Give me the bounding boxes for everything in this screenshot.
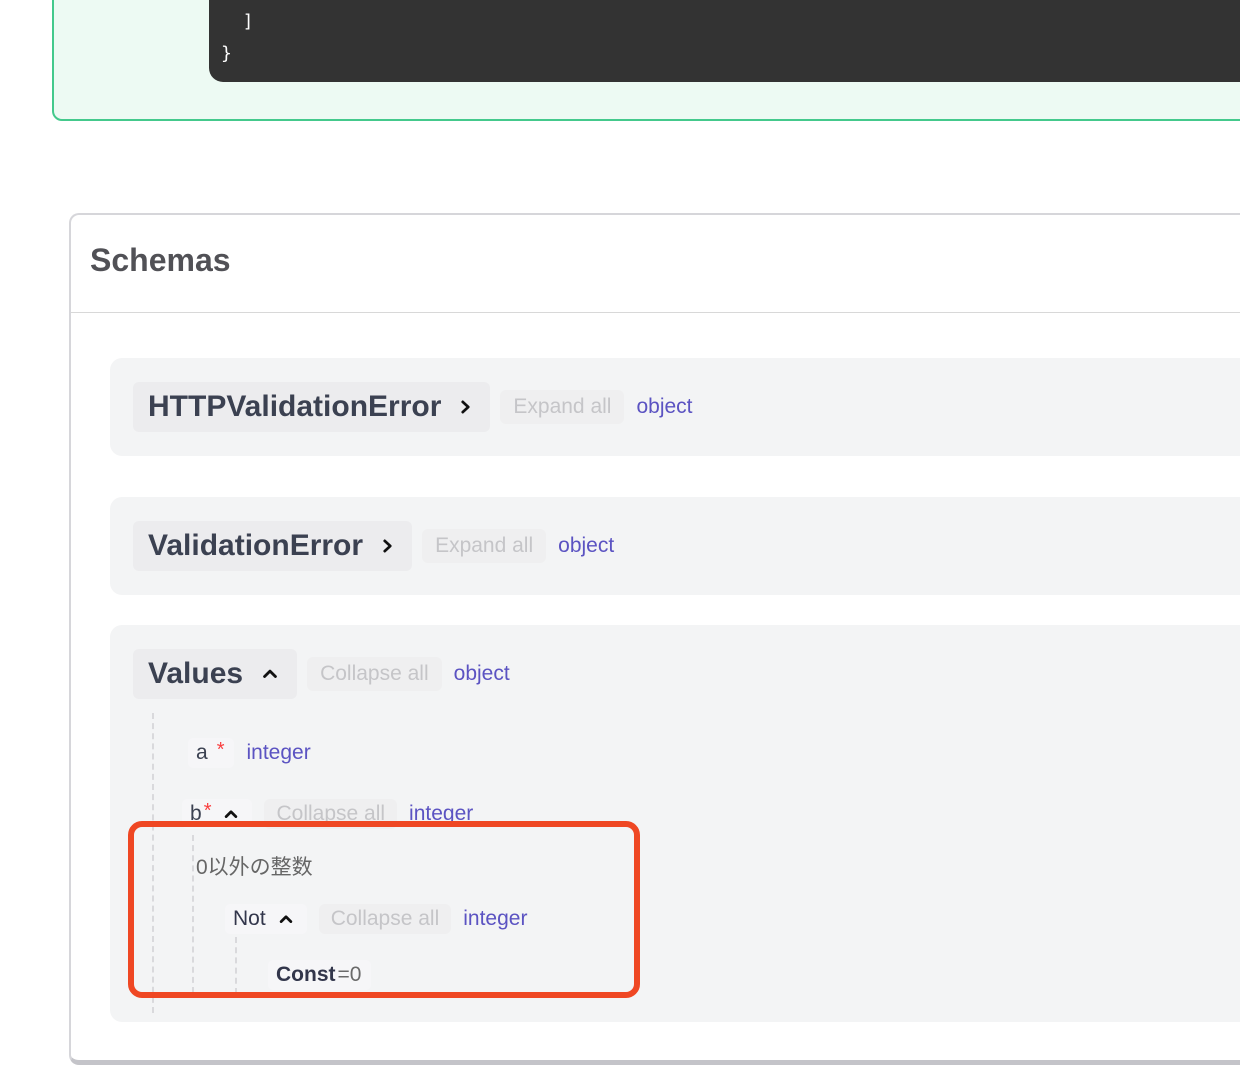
required-star: * bbox=[203, 799, 212, 822]
response-code-block: ] } bbox=[209, 0, 1240, 82]
chevron-right-icon bbox=[378, 534, 397, 558]
model-type-label: object bbox=[558, 534, 615, 557]
response-code-text: ] } bbox=[209, 0, 1240, 70]
const-value: =0 bbox=[337, 963, 362, 986]
model-row: Values Collapse all object bbox=[110, 625, 1240, 699]
schemas-header: Schemas bbox=[71, 215, 1240, 313]
tree-guide-level-2 bbox=[192, 835, 194, 993]
collapse-all-button[interactable]: Collapse all bbox=[318, 904, 452, 934]
model-name: Values bbox=[148, 657, 244, 690]
property-label: b bbox=[190, 802, 202, 825]
schemas-section: Schemas HTTPValidationError Expand all o… bbox=[69, 213, 1240, 1065]
property-row-b: b * Collapse all integer bbox=[182, 797, 1240, 831]
chevron-up-icon bbox=[258, 664, 282, 684]
model-name: HTTPValidationError bbox=[148, 390, 442, 423]
not-keyword-row: Not Collapse all integer bbox=[225, 902, 1240, 936]
model-accordion-values[interactable]: Values bbox=[133, 649, 298, 699]
property-type-label: integer bbox=[409, 802, 474, 825]
expand-all-button[interactable]: Expand all bbox=[422, 529, 547, 563]
property-name-a: a * bbox=[188, 738, 235, 768]
property-accordion-b[interactable]: b * bbox=[182, 799, 253, 829]
model-name: ValidationError bbox=[148, 529, 364, 562]
collapse-all-button[interactable]: Collapse all bbox=[307, 657, 442, 691]
property-label: a bbox=[196, 741, 208, 764]
chevron-up-icon bbox=[275, 910, 297, 928]
model-card-values: Values Collapse all object a * integer b * bbox=[110, 625, 1240, 1022]
model-accordion-validationerror[interactable]: ValidationError bbox=[133, 521, 413, 571]
model-accordion-httpvalidationerror[interactable]: HTTPValidationError bbox=[133, 382, 491, 432]
const-chip: Const =0 bbox=[268, 960, 372, 990]
model-type-label: object bbox=[636, 395, 693, 418]
required-star: * bbox=[216, 738, 225, 761]
model-row: HTTPValidationError Expand all object bbox=[110, 358, 1240, 456]
chevron-right-icon bbox=[456, 395, 475, 419]
model-card-httpvalidationerror: HTTPValidationError Expand all object bbox=[110, 358, 1240, 456]
page: ] } Schemas HTTPValidationError Expand a… bbox=[0, 0, 1240, 1070]
model-card-validationerror: ValidationError Expand all object bbox=[110, 497, 1240, 595]
response-example-panel: ] } bbox=[52, 0, 1240, 121]
keyword-type-label: integer bbox=[463, 907, 528, 930]
tree-guide-level-3 bbox=[235, 937, 237, 994]
property-type-label: integer bbox=[246, 741, 311, 764]
keyword-label: Not bbox=[233, 907, 266, 930]
schemas-section-title: Schemas bbox=[90, 242, 231, 278]
expand-all-button[interactable]: Expand all bbox=[500, 390, 625, 424]
chevron-up-icon bbox=[220, 805, 242, 823]
const-keyword-label: Const bbox=[276, 963, 336, 986]
const-keyword-row: Const =0 bbox=[268, 958, 1240, 992]
tree-guide-level-1 bbox=[152, 713, 154, 1013]
code-line-1: ] bbox=[221, 11, 254, 32]
not-accordion[interactable]: Not bbox=[225, 904, 307, 934]
property-row-a: a * integer bbox=[188, 736, 1240, 770]
property-description: 0以外の整数 bbox=[196, 856, 313, 879]
model-row: ValidationError Expand all object bbox=[110, 497, 1240, 595]
code-line-2: } bbox=[221, 43, 232, 64]
model-type-label: object bbox=[453, 662, 510, 685]
collapse-all-button[interactable]: Collapse all bbox=[264, 799, 398, 829]
